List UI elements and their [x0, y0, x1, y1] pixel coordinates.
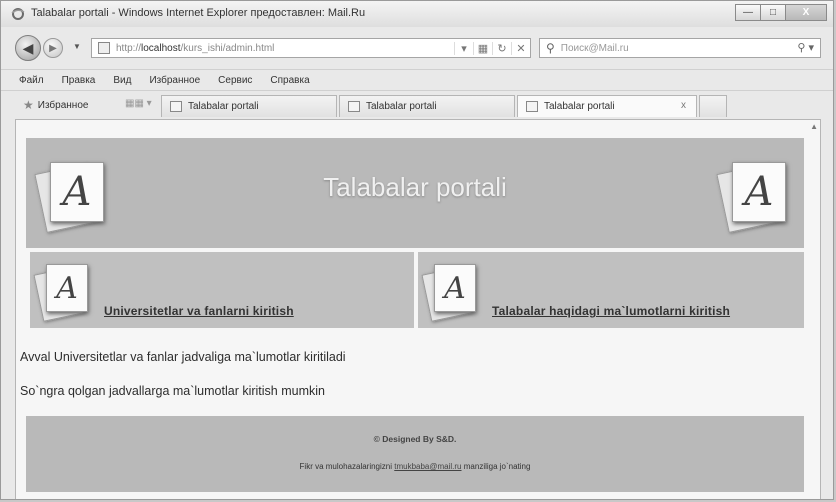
title-bar: Talabalar portali - Windows Internet Exp… — [1, 1, 833, 27]
favorites-button[interactable]: ★ Избранное — [23, 98, 88, 112]
tab-label: Talabalar portali — [188, 101, 259, 112]
students-link[interactable]: Talabalar haqidagi ma`lumotlarni kiritis… — [492, 304, 730, 318]
address-tools: ▾ ▦ ↻ ✕ — [454, 39, 530, 57]
search-provider-icon: ⚲ — [546, 41, 555, 55]
menu-view[interactable]: Вид — [111, 75, 133, 86]
menu-favorites[interactable]: Избранное — [147, 75, 202, 86]
logo-letter-icon: A — [46, 264, 88, 312]
menu-file[interactable]: Файл — [17, 75, 46, 86]
page-title: Talabalar portali — [323, 172, 507, 202]
menu-help[interactable]: Справка — [268, 75, 311, 86]
search-box[interactable]: ⚲ Поиск@Mail.ru ⚲ ▾ — [539, 38, 821, 58]
address-bar[interactable]: http://localhost/kurs_ishi/admin.html ▾ … — [91, 38, 531, 58]
url-host: localhost — [141, 42, 181, 54]
compatibility-icon[interactable]: ▦ — [473, 41, 492, 55]
menu-tools[interactable]: Сервис — [216, 75, 254, 86]
instruction-text-2: So`ngra qolgan jadvallarga ma`lumotlar k… — [20, 384, 325, 398]
back-arrow-icon: ◀ — [22, 39, 34, 56]
close-icon: X — [802, 7, 810, 18]
back-button[interactable]: ◀ — [15, 35, 41, 61]
tab-1[interactable]: Talabalar portali — [161, 95, 337, 117]
tab-page-icon — [170, 101, 182, 112]
favorites-label: Избранное — [37, 99, 89, 111]
instruction-text-1: Avval Universitetlar va fanlar jadvaliga… — [20, 350, 346, 364]
banner-logo-right: A — [716, 160, 786, 233]
footer-contact-text-end: manziliga jo`nating — [463, 462, 531, 471]
url-scheme: http:// — [116, 42, 142, 54]
panel-logo-right: A — [421, 262, 478, 322]
window-title: Talabalar portali - Windows Internet Exp… — [31, 7, 366, 19]
search-icon[interactable]: ⚲ ▾ — [797, 41, 814, 54]
navigation-bar: ◀ ▶ ▼ http://localhost/kurs_ishi/admin.h… — [1, 29, 833, 67]
logo-letter-icon: A — [434, 264, 476, 312]
scroll-up-icon[interactable]: ▲ — [810, 122, 818, 131]
tab-2[interactable]: Talabalar portali — [339, 95, 515, 117]
new-tab-button[interactable] — [699, 95, 727, 117]
footer-email-link[interactable]: tmukbaba@mail.ru — [394, 462, 461, 471]
tab-3-active[interactable]: Talabalar portali x — [517, 95, 697, 117]
footer-contact: Fikr va mulohazalaringizni tmukbaba@mail… — [26, 462, 804, 471]
forward-arrow-icon: ▶ — [49, 42, 57, 54]
panel-logo-left: A — [33, 262, 90, 322]
refresh-icon[interactable]: ↻ — [492, 41, 511, 55]
tab-close-icon[interactable]: x — [681, 100, 686, 111]
search-input[interactable]: Поиск@Mail.ru — [561, 43, 629, 54]
minimize-button[interactable]: — — [735, 4, 761, 21]
favorites-star-icon: ★ — [23, 98, 34, 112]
footer: © Designed By S&D. Fikr va mulohazalarin… — [26, 416, 804, 492]
universities-link[interactable]: Universitetlar va fanlarni kiritish — [104, 304, 294, 318]
maximize-icon: □ — [769, 7, 777, 18]
page-viewport: ▲ A Talabalar portali A A Universitetlar… — [15, 119, 821, 499]
page-icon — [98, 42, 110, 54]
url-path: /kurs_ishi/admin.html — [180, 42, 275, 54]
ie-logo-icon — [11, 8, 25, 20]
menu-edit[interactable]: Правка — [60, 75, 98, 86]
logo-letter-icon: A — [732, 162, 786, 222]
address-url[interactable]: http://localhost/kurs_ishi/admin.html — [116, 43, 274, 54]
stop-icon[interactable]: ✕ — [511, 41, 530, 55]
tab-page-icon — [348, 101, 360, 112]
forward-button[interactable]: ▶ — [43, 38, 63, 58]
close-button[interactable]: X — [785, 4, 827, 21]
footer-credit: © Designed By S&D. — [373, 434, 457, 444]
window-controls: — □ X — [735, 4, 827, 22]
address-dropdown-icon[interactable]: ▾ — [454, 41, 473, 55]
menu-bar: Файл Правка Вид Избранное Сервис Справка — [1, 69, 833, 91]
quick-tabs-icon[interactable]: ▦▦ ▾ — [125, 98, 152, 109]
history-dropdown-icon[interactable]: ▼ — [73, 42, 81, 51]
browser-window: Talabalar portali - Windows Internet Exp… — [0, 0, 834, 500]
tab-label: Talabalar portali — [366, 101, 437, 112]
favorites-bar: ★ Избранное ▦▦ ▾ Talabalar portali Talab… — [1, 91, 833, 117]
footer-contact-text: Fikr va mulohazalaringizni — [299, 462, 393, 471]
minimize-icon: — — [743, 7, 753, 18]
maximize-button[interactable]: □ — [760, 4, 786, 21]
universities-panel: A Universitetlar va fanlarni kiritish — [30, 252, 414, 328]
header-banner: A Talabalar portali A — [26, 138, 804, 248]
tab-page-icon — [526, 101, 538, 112]
students-panel: A Talabalar haqidagi ma`lumotlarni kirit… — [418, 252, 804, 328]
tab-label: Talabalar portali — [544, 101, 615, 112]
